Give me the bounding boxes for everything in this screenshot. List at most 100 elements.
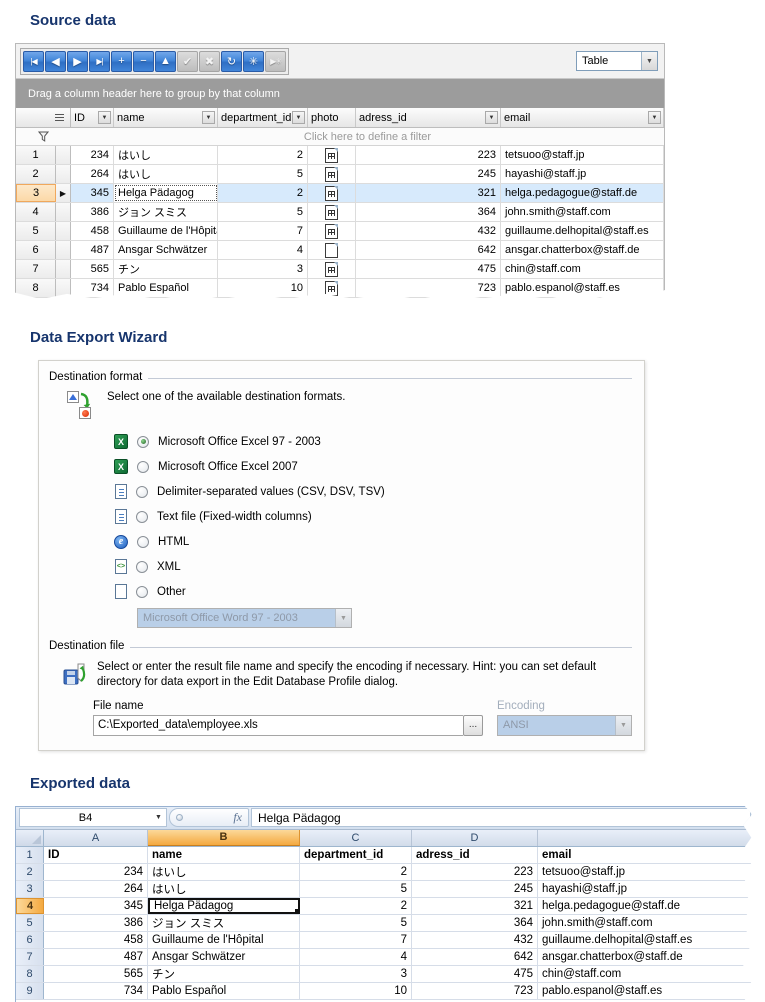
sheet-cell[interactable]: Pablo Español xyxy=(148,983,300,999)
sheet-cell[interactable]: name xyxy=(148,847,300,863)
column-header-name[interactable]: name▼ xyxy=(114,108,218,127)
sheet-cell[interactable]: chin@staff.com xyxy=(538,966,754,982)
cell-name[interactable]: ジョン スミス xyxy=(114,203,218,221)
sheet-row-header[interactable]: 8 xyxy=(16,966,44,982)
cell-email[interactable]: hayashi@staff.jp xyxy=(501,165,664,183)
sheet-cell[interactable]: helga.pedagogue@staff.de xyxy=(538,898,754,914)
sheet-cell[interactable]: 475 xyxy=(412,966,538,982)
sheet-cell[interactable]: guillaume.delhopital@staff.es xyxy=(538,932,754,948)
table-row[interactable]: 6487Ansgar Schwätzer4642ansgar.chatterbo… xyxy=(16,241,664,260)
sheet-cell[interactable]: john.smith@staff.com xyxy=(538,915,754,931)
sheet-row-header[interactable]: 7 xyxy=(16,949,44,965)
sheet-cell[interactable]: Helga Pädagog xyxy=(148,898,300,914)
table-row[interactable]: 8734Pablo Español10723pablo.espanol@staf… xyxy=(16,279,664,298)
cell-name[interactable]: Guillaume de l'Hôpita xyxy=(114,222,218,240)
sheet-cell[interactable]: pablo.espanol@staff.es xyxy=(538,983,754,999)
cell-name[interactable]: Helga Pädagog xyxy=(114,184,218,202)
sheet-column-header-last[interactable] xyxy=(538,830,754,846)
format-option[interactable]: Other xyxy=(114,579,632,604)
cell-name[interactable]: はいし xyxy=(114,165,218,183)
cell-email[interactable]: ansgar.chatterbox@staff.de xyxy=(501,241,664,259)
sheet-cell[interactable]: はいし xyxy=(148,881,300,897)
sheet-cell[interactable]: Ansgar Schwätzer xyxy=(148,949,300,965)
edit-record-button[interactable]: ▲ xyxy=(155,51,176,72)
format-option[interactable]: <>XML xyxy=(114,554,632,579)
sheet-cell[interactable]: 642 xyxy=(412,949,538,965)
column-header-ID[interactable]: ID▼ xyxy=(71,108,114,127)
cell-photo[interactable] xyxy=(308,203,356,221)
sheet-cell[interactable]: 4 xyxy=(300,949,412,965)
sheet-cell[interactable]: 223 xyxy=(412,864,538,880)
refresh-button[interactable]: ↻ xyxy=(221,51,242,72)
format-option[interactable]: XMicrosoft Office Excel 97 - 2003 xyxy=(114,429,632,454)
cell-adress-id[interactable]: 432 xyxy=(356,222,501,240)
sheet-cell[interactable]: 321 xyxy=(412,898,538,914)
delete-record-button[interactable]: − xyxy=(133,51,154,72)
cell-photo[interactable] xyxy=(308,184,356,202)
column-header-email[interactable]: email▼ xyxy=(501,108,664,127)
cell-id[interactable]: 264 xyxy=(71,165,114,183)
cell-id[interactable]: 565 xyxy=(71,260,114,278)
sheet-cell[interactable]: 234 xyxy=(44,864,148,880)
sheet-cell[interactable]: ansgar.chatterbox@staff.de xyxy=(538,949,754,965)
format-option[interactable]: eHTML xyxy=(114,529,632,554)
sheet-cell[interactable]: 3 xyxy=(300,966,412,982)
cell-adress-id[interactable]: 475 xyxy=(356,260,501,278)
chevron-down-icon[interactable]: ▼ xyxy=(151,814,166,821)
row-number[interactable]: 8 xyxy=(16,279,56,297)
radio-button[interactable] xyxy=(136,486,148,498)
table-row[interactable]: 3▶345Helga Pädagog2321helga.pedagogue@st… xyxy=(16,184,664,203)
cell-adress-id[interactable]: 223 xyxy=(356,146,501,164)
cell-email[interactable]: tetsuoo@staff.jp xyxy=(501,146,664,164)
cell-email[interactable]: pablo.espanol@staff.es xyxy=(501,279,664,297)
cell-name-box[interactable]: B4 ▼ xyxy=(19,808,167,827)
file-name-input[interactable] xyxy=(93,715,463,736)
cell-adress-id[interactable]: 245 xyxy=(356,165,501,183)
sheet-cell[interactable]: 345 xyxy=(44,898,148,914)
cell-email[interactable]: chin@staff.com xyxy=(501,260,664,278)
cell-name[interactable]: Pablo Español xyxy=(114,279,218,297)
sheet-cell[interactable]: 432 xyxy=(412,932,538,948)
cell-adress-id[interactable]: 364 xyxy=(356,203,501,221)
row-number[interactable]: 6 xyxy=(16,241,56,259)
cell-department-id[interactable]: 5 xyxy=(218,165,308,183)
fx-icon[interactable]: fx xyxy=(233,810,242,825)
sheet-row-header[interactable]: 2 xyxy=(16,864,44,880)
cell-photo[interactable] xyxy=(308,222,356,240)
cell-adress-id[interactable]: 321 xyxy=(356,184,501,202)
radio-button[interactable] xyxy=(137,436,149,448)
cell-department-id[interactable]: 2 xyxy=(218,184,308,202)
chevron-down-icon[interactable]: ▼ xyxy=(641,52,657,70)
column-filter-arrow-icon[interactable]: ▼ xyxy=(98,111,111,124)
format-option[interactable]: Text file (Fixed-width columns) xyxy=(114,504,632,529)
cell-adress-id[interactable]: 723 xyxy=(356,279,501,297)
table-row[interactable]: 5458Guillaume de l'Hôpita7432guillaume.d… xyxy=(16,222,664,241)
sheet-cell[interactable]: 5 xyxy=(300,881,412,897)
cell-adress-id[interactable]: 642 xyxy=(356,241,501,259)
cell-department-id[interactable]: 4 xyxy=(218,241,308,259)
sheet-cell[interactable]: adress_id xyxy=(412,847,538,863)
table-row[interactable]: 1234はいし2223tetsuoo@staff.jp xyxy=(16,146,664,165)
cell-name[interactable]: はいし xyxy=(114,146,218,164)
table-row[interactable]: 4386ジョン スミス5364john.smith@staff.com xyxy=(16,203,664,222)
row-number[interactable]: 4 xyxy=(16,203,56,221)
sheet-column-header-C[interactable]: C xyxy=(300,830,412,846)
sheet-row-header[interactable]: 1 xyxy=(16,847,44,863)
next-record-button[interactable]: ▶ xyxy=(67,51,88,72)
sheet-cell[interactable]: email xyxy=(538,847,754,863)
cell-department-id[interactable]: 7 xyxy=(218,222,308,240)
group-by-band[interactable]: Drag a column header here to group by th… xyxy=(16,78,664,108)
browse-button[interactable]: ... xyxy=(463,715,483,736)
sheet-row-header[interactable]: 9 xyxy=(16,983,44,999)
sheet-cell[interactable]: 565 xyxy=(44,966,148,982)
radio-button[interactable] xyxy=(137,461,149,473)
sheet-row-header[interactable]: 5 xyxy=(16,915,44,931)
row-number[interactable]: 1 xyxy=(16,146,56,164)
table-selector[interactable]: Table ▼ xyxy=(576,51,658,71)
first-record-button[interactable]: |◀ xyxy=(23,51,44,72)
column-header-adress_id[interactable]: adress_id▼ xyxy=(356,108,501,127)
radio-button[interactable] xyxy=(136,586,148,598)
cell-photo[interactable] xyxy=(308,146,356,164)
row-number[interactable]: 3 xyxy=(16,184,56,202)
column-filter-arrow-icon[interactable]: ▼ xyxy=(202,111,215,124)
